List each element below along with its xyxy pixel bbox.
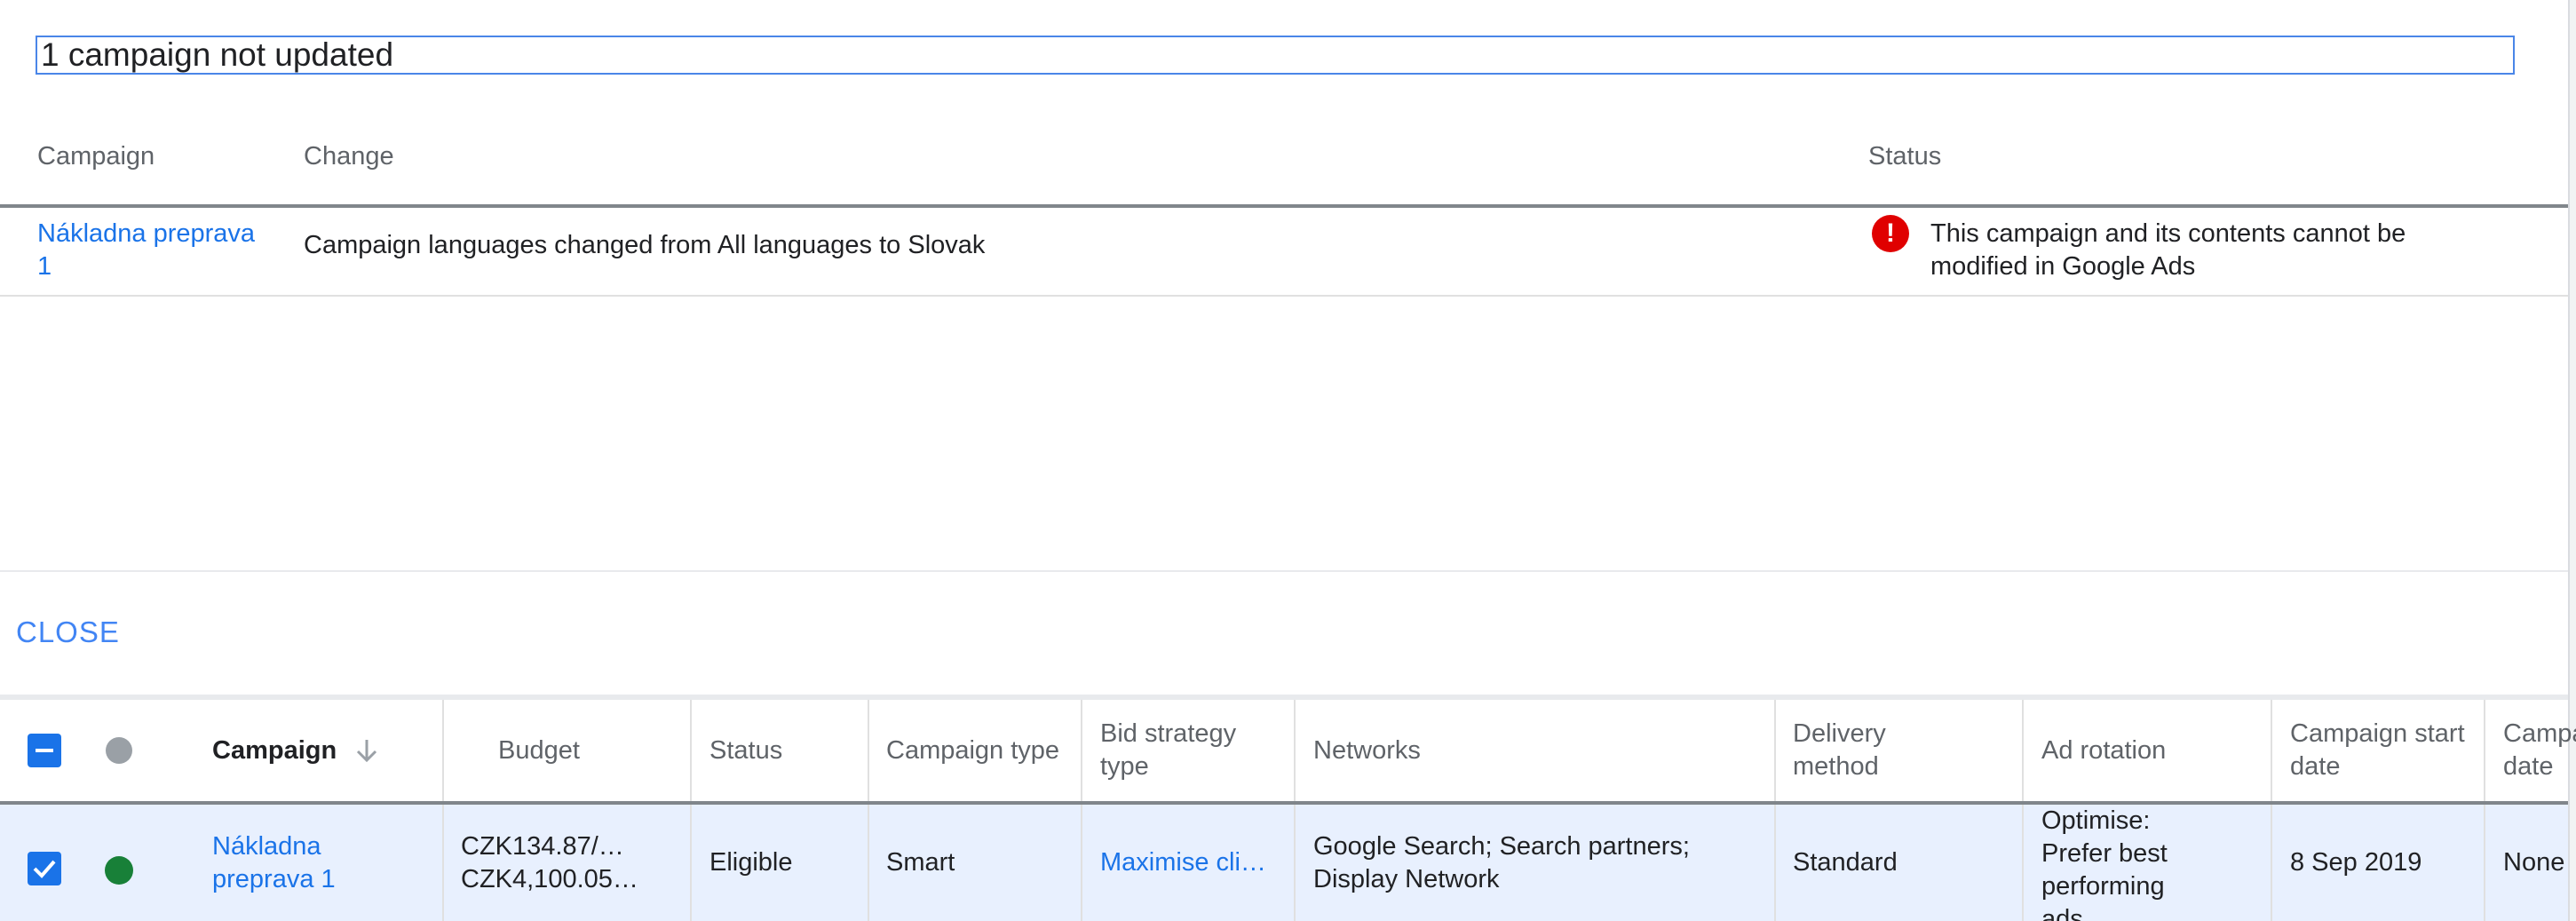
cell-delivery-method: Standard xyxy=(1793,848,1898,877)
results-col-change: Change xyxy=(304,142,394,171)
column-divider xyxy=(1294,700,1296,801)
header-status[interactable]: Status xyxy=(709,700,860,801)
results-row: Nákladna preprava 1 Campaign languages c… xyxy=(0,204,2568,297)
cell-campaign-end-date: None xyxy=(2503,848,2565,877)
header-campaign-end-date[interactable]: Campaign end date xyxy=(2503,700,2576,801)
checkmark-icon xyxy=(33,860,56,878)
cell-networks: Google Search; Search partners; Display … xyxy=(1313,831,1690,893)
column-divider xyxy=(2484,700,2485,801)
header-campaign-label: Campaign xyxy=(212,735,337,765)
ad-rotation-text: Optimise: Prefer best performing ads xyxy=(2041,806,2168,921)
column-divider xyxy=(1081,700,1082,801)
column-divider xyxy=(868,700,869,801)
results-campaign-link[interactable]: Nákladna preprava 1 xyxy=(37,218,268,283)
budget-total: CZK4,100.05… xyxy=(461,864,638,893)
header-budget[interactable]: Budget xyxy=(498,700,676,801)
results-table-header: Campaign Change Status xyxy=(0,133,2568,208)
column-divider xyxy=(1294,805,1296,921)
table-row[interactable]: Nákladna preprava 1 CZK134.87/… CZK4,100… xyxy=(0,805,2568,921)
column-divider xyxy=(2022,700,2024,801)
results-status-text: This campaign and its contents cannot be… xyxy=(1930,219,2406,281)
column-divider xyxy=(690,805,692,921)
close-button[interactable]: CLOSE xyxy=(16,615,120,649)
column-divider xyxy=(1774,700,1776,801)
dialog-footer-divider xyxy=(0,570,2568,572)
column-divider xyxy=(1774,805,1776,921)
header-campaign[interactable]: Campaign xyxy=(212,700,434,801)
sort-arrow-down-icon[interactable] xyxy=(354,737,379,764)
cell-budget[interactable]: CZK134.87/… CZK4,100.05… xyxy=(461,805,674,921)
results-change-text: Campaign languages changed from All lang… xyxy=(304,231,986,259)
minus-icon xyxy=(36,749,53,752)
column-divider xyxy=(2271,700,2272,801)
header-delivery-method[interactable]: Delivery method xyxy=(1793,700,1953,801)
eligible-status-dot-icon xyxy=(105,856,133,885)
header-campaign-start-date[interactable]: Campaign start date xyxy=(2290,700,2468,801)
column-divider xyxy=(442,805,444,921)
column-divider xyxy=(2484,805,2485,921)
column-divider xyxy=(2022,805,2024,921)
header-networks[interactable]: Networks xyxy=(1313,700,1757,801)
column-divider xyxy=(868,805,869,921)
bid-strategy-link[interactable]: Maximise cli… xyxy=(1100,846,1266,879)
cell-ad-rotation: Optimise: Prefer best performing ads xyxy=(2041,805,2210,921)
update-results-dialog: 1 campaign not updated Campaign Change S… xyxy=(0,0,2568,695)
results-col-status: Status xyxy=(1868,142,1942,171)
status-filter-dot-icon[interactable] xyxy=(106,737,132,764)
cell-campaign: Nákladna preprava 1 xyxy=(212,805,425,921)
header-bid-strategy-type[interactable]: Bid strategy type xyxy=(1100,700,1278,801)
column-divider xyxy=(442,700,444,801)
column-divider xyxy=(2271,805,2272,921)
column-divider xyxy=(1081,805,1082,921)
error-icon: ! xyxy=(1872,215,1909,252)
campaign-table-header: Campaign Budget Status Campaign type Bid… xyxy=(0,700,2576,805)
campaign-link[interactable]: Nákladna preprava 1 xyxy=(212,830,425,896)
dialog-title: 1 campaign not updated xyxy=(36,36,2515,75)
header-campaign-type[interactable]: Campaign type xyxy=(886,700,1064,801)
header-ad-rotation[interactable]: Ad rotation xyxy=(2041,700,2246,801)
column-divider xyxy=(690,700,692,801)
cell-campaign-type: Smart xyxy=(886,848,955,877)
cell-status: Eligible xyxy=(709,848,793,877)
results-col-campaign: Campaign xyxy=(37,142,155,171)
cell-bid-strategy-type: Maximise cli… xyxy=(1100,805,1287,921)
cell-campaign-start-date: 8 Sep 2019 xyxy=(2290,848,2422,877)
row-checkbox[interactable] xyxy=(28,852,61,885)
budget-daily: CZK134.87/… xyxy=(461,831,624,861)
select-all-checkbox[interactable] xyxy=(28,734,61,767)
